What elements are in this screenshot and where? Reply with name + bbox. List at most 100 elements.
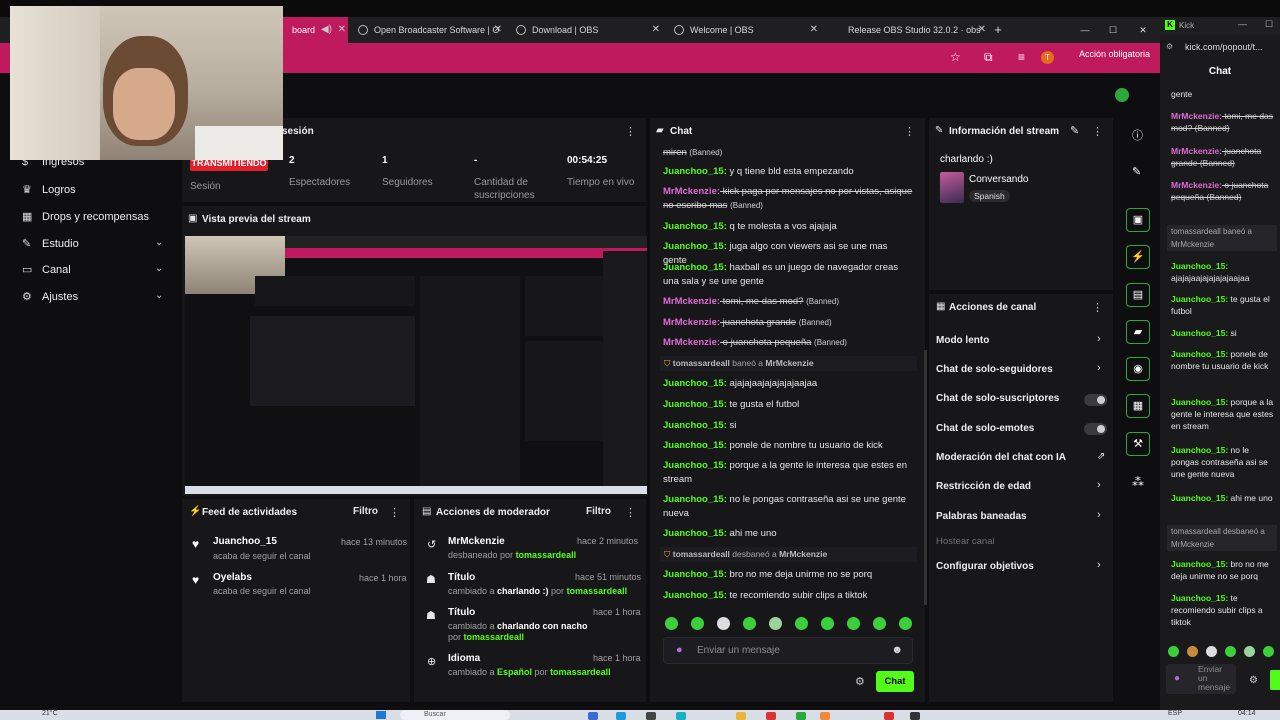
action-slow-mode[interactable]: Modo lento (936, 335, 989, 346)
kebab-icon[interactable]: ⋮ (389, 506, 400, 519)
feed-user[interactable]: Juanchoo_15 (213, 536, 277, 547)
browser-tab-download[interactable]: Download | OBS ✕ (510, 17, 662, 43)
app-icon[interactable] (588, 712, 598, 720)
subs-only-toggle[interactable] (1084, 394, 1107, 406)
emote-icon[interactable] (873, 617, 886, 630)
kebab-icon[interactable]: ⋮ (904, 125, 915, 138)
extensions-icon[interactable]: ⧉ (984, 50, 993, 65)
close-window-button[interactable]: ✕ (1133, 17, 1153, 43)
gear-icon[interactable]: ⚙ (1249, 675, 1258, 686)
emote-icon[interactable] (743, 617, 756, 630)
rail-chat-icon[interactable]: ▰ (1126, 320, 1150, 344)
chat-username[interactable]: MrMckenzie: (663, 186, 720, 197)
chevron-down-icon[interactable]: ⌄ (155, 237, 163, 248)
rail-mod-icon[interactable]: ▦ (1126, 394, 1150, 418)
minimize-button[interactable]: — (1238, 19, 1247, 29)
emote-icon[interactable] (1168, 646, 1179, 657)
maximize-button[interactable]: ☐ (1265, 19, 1273, 30)
sidebar-item-ajustes[interactable]: ⚙ Ajustes (22, 290, 78, 303)
chat-username[interactable]: Juanchoo_15: (1171, 261, 1228, 271)
edit-icon[interactable]: ✎ (1070, 124, 1079, 137)
chat-username[interactable]: Juanchoo_15: (1171, 493, 1228, 503)
minimize-button[interactable]: — (1075, 17, 1095, 43)
chat-username[interactable]: Juanchoo_15: (1171, 294, 1228, 304)
mic-icon[interactable]: ● (1174, 673, 1180, 684)
emote-icon[interactable] (899, 617, 912, 630)
sidebar-item-canal[interactable]: ▭ Canal (22, 263, 71, 276)
mic-icon[interactable]: ● (676, 644, 683, 656)
emote-icon[interactable] (1206, 646, 1217, 657)
mod-user[interactable]: tomassardeall (567, 586, 628, 596)
kebab-icon[interactable]: ⋮ (1092, 301, 1103, 314)
new-tab-button[interactable]: + (988, 17, 1008, 43)
chat-username[interactable]: Juanchoo_15: (1171, 397, 1228, 407)
windows-start-icon[interactable] (376, 711, 386, 719)
chevron-right-icon[interactable]: › (1097, 479, 1101, 491)
emote-icon[interactable] (769, 617, 782, 630)
emote-icon[interactable] (665, 617, 678, 630)
action-banned-words[interactable]: Palabras baneadas (936, 511, 1027, 522)
apps-icon[interactable]: ⁂ (1132, 475, 1144, 489)
clock[interactable]: 04:14 (1238, 710, 1256, 717)
rail-broadcast-icon[interactable]: ◉ (1126, 357, 1150, 381)
sidebar-item-estudio[interactable]: ✎ Estudio (22, 237, 79, 250)
system-target[interactable]: MrMckenzie (765, 358, 813, 368)
kebab-icon[interactable]: ⋮ (625, 506, 636, 519)
speaker-icon[interactable]: ◀) (321, 17, 332, 43)
filter-button[interactable]: Filtro (586, 506, 611, 517)
app-icon[interactable] (884, 712, 894, 720)
system-actor[interactable]: tomassardeall (673, 358, 730, 368)
emote-icon[interactable] (847, 617, 860, 630)
chat-input[interactable]: ● Enviar un mensaje ☻ (663, 637, 913, 664)
close-icon[interactable]: ✕ (810, 17, 818, 43)
action-followers-only[interactable]: Chat de solo-seguidores (936, 364, 1053, 375)
folder-icon[interactable] (736, 712, 746, 720)
rail-wrench-icon[interactable]: ⚒ (1126, 432, 1150, 456)
emote-icon[interactable] (1225, 646, 1236, 657)
chat-username[interactable]: Juanchoo_15: (663, 221, 727, 232)
popout-chat-input[interactable]: ● Enviar un mensaje (1166, 664, 1236, 694)
chat-username[interactable]: Juanchoo_15: (1171, 559, 1228, 569)
category-thumbnail[interactable] (940, 172, 964, 203)
emote-icon[interactable] (691, 617, 704, 630)
rail-clipboard-icon[interactable]: ▤ (1126, 283, 1150, 307)
star-icon[interactable]: ☆ (950, 50, 961, 64)
emoji-icon[interactable]: ☻ (891, 644, 903, 656)
system-actor[interactable]: tomassardeall (673, 549, 730, 559)
system-target[interactable]: MrMckenzie (779, 549, 827, 559)
chat-username[interactable]: Juanchoo_15: (1171, 349, 1228, 359)
chevron-right-icon[interactable]: › (1097, 509, 1101, 521)
chevron-right-icon[interactable]: › (1097, 559, 1101, 571)
chat-username[interactable]: MrMckenzie: (1171, 146, 1222, 156)
taskbar-search[interactable]: Buscar (400, 710, 510, 720)
mod-user[interactable]: tomassardeall (550, 667, 611, 677)
gear-icon[interactable]: ⚙ (855, 675, 865, 688)
chat-username[interactable]: Juanchoo_15: (663, 420, 727, 431)
close-icon[interactable]: ✕ (978, 17, 986, 43)
close-icon[interactable]: ✕ (652, 17, 660, 43)
info-icon[interactable]: ⓘ (1132, 127, 1143, 143)
sidebar-item-logros[interactable]: ♛ Logros (22, 183, 76, 196)
chat-username[interactable]: Juanchoo_15: (663, 262, 727, 273)
browser-tab-welcome[interactable]: Welcome | OBS ✕ (668, 17, 820, 43)
emote-icon[interactable] (717, 617, 730, 630)
kebab-icon[interactable]: ⋮ (625, 125, 636, 138)
action-ai-moderation[interactable]: Moderación del chat con IA (936, 452, 1066, 463)
chat-username[interactable]: Juanchoo_15: (663, 590, 727, 601)
emote-only-toggle[interactable] (1084, 423, 1107, 435)
sidebar-item-drops[interactable]: ▦ Drops y recompensas (22, 210, 149, 223)
kebab-icon[interactable]: ⋮ (1092, 125, 1103, 138)
chat-username[interactable]: Juanchoo_15: (663, 494, 727, 505)
chat-username[interactable]: MrMckenzie: (1171, 180, 1222, 190)
chat-username[interactable]: Juanchoo_15: (663, 440, 727, 451)
feed-user[interactable]: Oyelabs (213, 572, 252, 583)
browser-tab-obs[interactable]: Open Broadcaster Software | O ✕ (352, 17, 504, 43)
browser-tab-release[interactable]: Release OBS Studio 32.0.2 · obs ✕ (826, 17, 988, 43)
app-icon[interactable] (646, 712, 656, 720)
chat-username[interactable]: Juanchoo_15: (663, 460, 727, 471)
stream-preview-video[interactable] (185, 236, 647, 494)
pencil-icon[interactable]: ✎ (1132, 165, 1141, 178)
chat-username[interactable]: MrMckenzie: (663, 296, 720, 307)
chat-username[interactable]: MrMckenzie: (1171, 111, 1222, 121)
filter-button[interactable]: Filtro (353, 506, 378, 517)
